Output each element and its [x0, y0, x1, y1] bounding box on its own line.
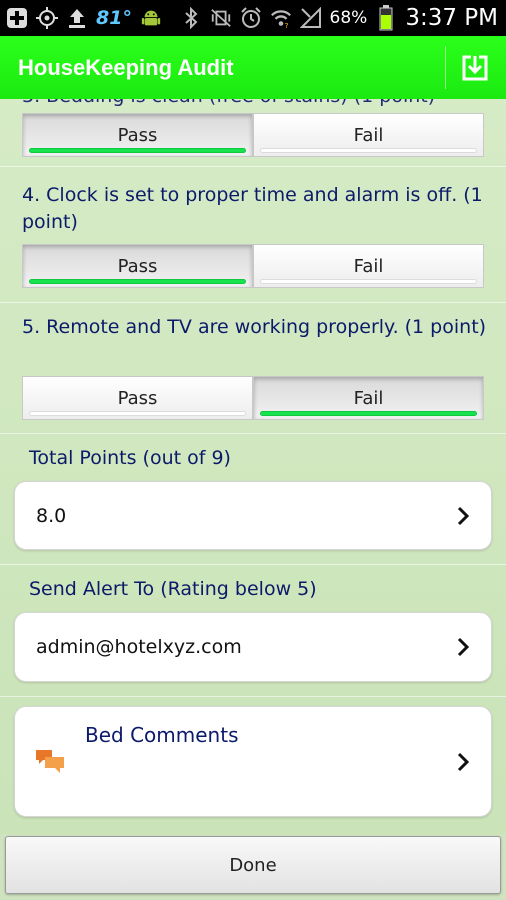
question-5-toggle[interactable]: Pass Fail: [22, 376, 484, 420]
fail-indicator: [260, 148, 477, 153]
fail-label: Fail: [353, 388, 384, 409]
temperature-text: 81°: [96, 7, 132, 29]
pass-label: Pass: [117, 388, 158, 409]
chevron-right-icon: [457, 506, 470, 525]
bed-comments-label: Bed Comments: [85, 723, 239, 747]
question-5-text: 5. Remote and TV are working properly. (…: [22, 316, 487, 338]
battery-icon: [375, 5, 397, 31]
action-divider: [445, 46, 446, 89]
pass-button[interactable]: Pass: [22, 113, 253, 157]
battery-percent-text: 68%: [329, 8, 368, 28]
question-3-text: 3. Bedding is clean (free of stains) (1 …: [22, 99, 435, 107]
chevron-right-icon: [457, 752, 470, 771]
svg-text:?: ?: [284, 21, 288, 29]
total-points-value: 8.0: [36, 504, 67, 527]
plus-square-icon: [6, 7, 28, 29]
question-4-toggle[interactable]: Pass Fail: [22, 244, 484, 288]
fail-button[interactable]: Fail: [253, 113, 484, 157]
status-bar: 81° ? 68% 3:37 PM: [0, 0, 506, 36]
total-points-field[interactable]: 8.0: [14, 481, 492, 550]
divider: [0, 696, 506, 697]
signal-strength-icon: [299, 7, 322, 29]
fail-indicator: [260, 279, 477, 284]
upload-icon: [66, 7, 88, 29]
done-button[interactable]: Done: [5, 836, 501, 894]
bluetooth-icon: [180, 7, 202, 29]
chevron-right-icon: [457, 637, 470, 657]
divider: [0, 166, 506, 167]
app-title: HouseKeeping Audit: [18, 54, 234, 80]
pass-label: Pass: [117, 125, 158, 146]
divider: [0, 564, 506, 565]
export-button[interactable]: [456, 49, 494, 87]
question-3-toggle[interactable]: Pass Fail: [22, 113, 484, 157]
wifi-icon: ?: [270, 7, 292, 29]
pass-indicator: [29, 148, 246, 153]
pass-indicator: [29, 279, 246, 284]
vibrate-off-icon: [210, 7, 232, 29]
fail-indicator: [260, 411, 477, 416]
action-bar: HouseKeeping Audit: [0, 36, 506, 99]
pass-button[interactable]: Pass: [22, 244, 253, 288]
divider: [0, 433, 506, 434]
question-4-text: 4. Clock is set to proper time and alarm…: [22, 184, 483, 233]
send-alert-value: admin@hotelxyz.com: [36, 636, 242, 658]
alarm-clock-icon: [240, 7, 262, 29]
bottom-bar: Done: [0, 834, 506, 900]
audit-form[interactable]: 3. Bedding is clean (free of stains) (1 …: [0, 99, 506, 834]
total-points-label: Total Points (out of 9): [29, 447, 231, 469]
export-icon: [462, 55, 488, 81]
pass-indicator: [29, 411, 246, 416]
divider: [0, 302, 506, 303]
fail-label: Fail: [353, 256, 384, 277]
pass-button[interactable]: Pass: [22, 376, 253, 420]
chat-bubbles-icon: [36, 750, 64, 773]
fail-button[interactable]: Fail: [253, 244, 484, 288]
gps-crosshair-icon: [36, 7, 58, 29]
fail-button[interactable]: Fail: [253, 376, 484, 420]
send-alert-field[interactable]: admin@hotelxyz.com: [14, 612, 492, 682]
pass-label: Pass: [117, 256, 158, 277]
clock-time: 3:37 PM: [405, 5, 498, 31]
fail-label: Fail: [353, 125, 384, 146]
send-alert-label: Send Alert To (Rating below 5): [29, 578, 317, 600]
bed-comments-field[interactable]: Bed Comments: [14, 706, 492, 817]
android-robot-icon: [140, 7, 162, 29]
